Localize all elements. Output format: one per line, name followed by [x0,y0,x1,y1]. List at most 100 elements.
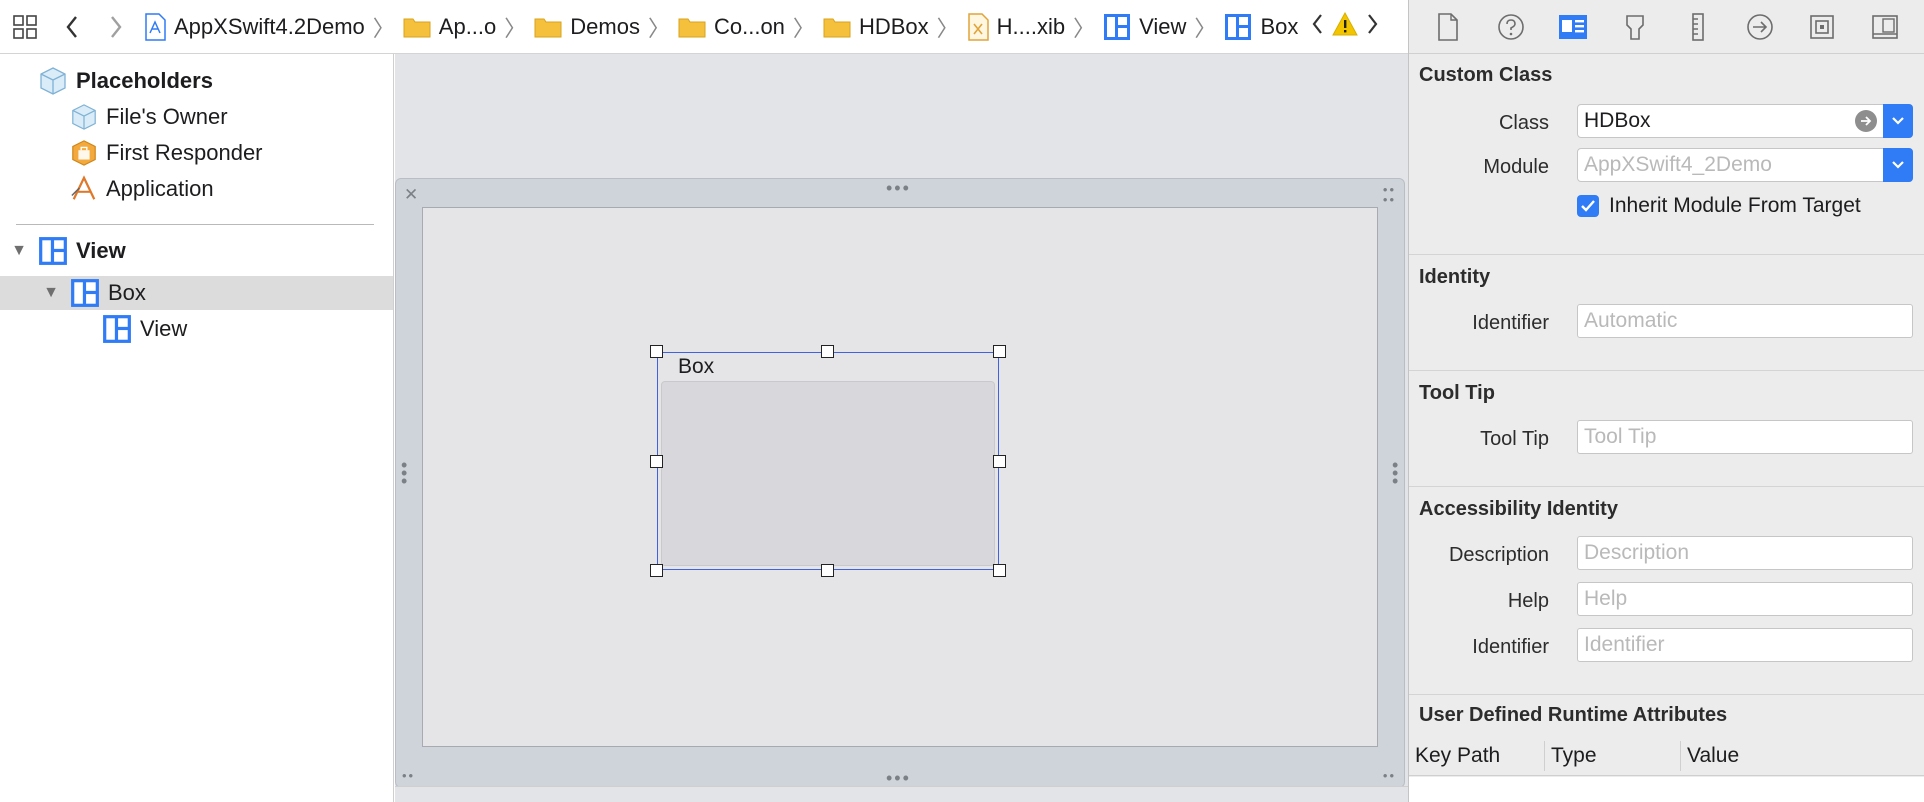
disclosure-triangle-icon[interactable]: ▼ [43,284,59,302]
resize-handle[interactable] [650,345,663,358]
breadcrumb-label: View [1139,13,1187,39]
go-to-class-icon[interactable] [1855,110,1877,132]
tab-file-inspector[interactable] [1430,9,1466,45]
outline-placeholders[interactable]: Placeholders [0,64,393,98]
disclosure-triangle-icon[interactable]: ▼ [11,242,27,260]
outline-child-view[interactable]: View [0,312,393,346]
breadcrumb-separator: 〉 [1073,15,1096,41]
resize-handle[interactable] [821,345,834,358]
tab-bindings-inspector[interactable] [1804,9,1840,45]
help-label: Help [1507,590,1549,612]
view-icon [1224,13,1252,41]
folder-icon [823,16,851,38]
close-scene-icon[interactable]: ✕ [404,185,418,205]
checkmark-icon [1581,200,1595,212]
column-value[interactable]: Value [1681,741,1821,771]
breadcrumb-folder[interactable]: Co...on [672,0,791,54]
outline-label: File's Owner [106,104,228,129]
class-combo-box[interactable]: HDBox [1577,104,1913,138]
outline-files-owner[interactable]: File's Owner [0,100,393,134]
back-button[interactable] [50,0,94,54]
breadcrumb-folder[interactable]: HDBox [817,0,935,54]
breadcrumb-label: Demos [570,13,640,39]
tab-effects-inspector[interactable] [1867,9,1903,45]
column-key-path[interactable]: Key Path [1409,740,1545,771]
breadcrumb-view[interactable]: View [1097,0,1192,54]
folder-icon [534,16,562,38]
column-type[interactable]: Type [1545,740,1681,771]
section-title-identity: Identity [1419,266,1491,288]
class-dropdown-button[interactable] [1883,104,1913,138]
section-title-runtime-attributes: User Defined Runtime Attributes [1419,704,1728,726]
resize-handle-left-icon[interactable]: • • • [401,456,407,490]
breadcrumb-label: HDBox [858,13,929,39]
identity-inspector: Custom Class Class HDBox Module AppXSwif… [1408,0,1924,802]
warning-button[interactable] [1332,11,1359,42]
module-dropdown-button[interactable] [1883,148,1913,182]
attributes-inspector-icon [1626,14,1645,40]
inherit-module-checkbox[interactable] [1577,195,1599,217]
breadcrumb-label: Co...on [713,13,785,39]
selected-box[interactable]: Box [650,345,1006,577]
view-icon [102,314,132,344]
tab-size-inspector[interactable] [1680,9,1716,45]
next-issue-button[interactable] [1366,12,1380,42]
box-title: Box [678,355,715,378]
section-title-tool-tip: Tool Tip [1419,382,1495,404]
view-icon [70,278,100,308]
outline-box[interactable]: ▼ Box [0,276,393,310]
help-field[interactable] [1577,582,1913,616]
tab-connections-inspector[interactable] [1742,9,1778,45]
description-field[interactable] [1577,536,1913,570]
inherit-module-checkbox-row[interactable]: Inherit Module From Target [1577,194,1861,218]
forward-button[interactable] [94,0,138,54]
breadcrumb-box[interactable]: Box [1218,0,1304,54]
outline-first-responder[interactable]: First Responder [0,136,393,170]
runtime-attributes-table-body[interactable] [1409,777,1924,802]
resize-handle[interactable] [650,564,663,577]
breadcrumb-separator: 〉 [1194,15,1217,41]
root-view[interactable]: Box [422,207,1378,747]
class-value: HDBox [1584,109,1651,132]
related-items-button[interactable] [0,0,50,54]
description-label: Description [1448,544,1549,566]
accessibility-identifier-field[interactable] [1577,628,1913,662]
outline-view[interactable]: ▼ View [0,234,393,268]
section-title-accessibility: Accessibility Identity [1419,498,1618,520]
resize-handle-bottom-icon[interactable]: ••• [886,769,911,787]
module-placeholder: AppXSwift4_2Demo [1584,153,1772,176]
view-scene[interactable]: ✕ ••• •• •• • • • • • • •• ••• •• Box [395,178,1405,788]
chevron-down-icon [1892,161,1904,169]
identity-inspector-icon [1558,14,1587,39]
resize-handle-corner-icon[interactable]: •• [402,769,415,782]
tab-attributes-inspector[interactable] [1617,9,1653,45]
jump-bar: AppXSwift4.2Demo 〉 Ap...o 〉 Demos 〉 Co..… [0,0,1408,54]
interface-builder-canvas[interactable]: ✕ ••• •• •• • • • • • • •• ••• •• Box [395,54,1408,802]
resize-handle[interactable] [650,455,663,468]
tab-help-inspector[interactable] [1493,9,1529,45]
resize-handle[interactable] [993,564,1006,577]
identifier-field[interactable] [1577,304,1913,338]
resize-handle[interactable] [993,345,1006,358]
breadcrumb-separator: 〉 [504,15,527,41]
effects-inspector-icon [1872,14,1898,39]
resize-handle-corner-icon[interactable]: •• •• [1383,183,1396,206]
tool-tip-field[interactable] [1577,420,1913,454]
resize-handle-corner-icon[interactable]: •• [1383,769,1396,782]
breadcrumb-xib-file[interactable]: H....xib [961,0,1071,54]
breadcrumb-project[interactable]: AppXSwift4.2Demo [138,0,371,54]
resize-handle-top-icon[interactable]: ••• [886,179,911,197]
resize-handle-right-icon[interactable]: • • • [1392,456,1398,490]
box-content-view[interactable] [661,381,995,566]
section-title-custom-class: Custom Class [1419,64,1553,86]
tab-identity-inspector[interactable] [1555,9,1591,45]
previous-issue-button[interactable] [1310,12,1324,42]
resize-handle[interactable] [821,564,834,577]
warning-icon [1332,11,1359,35]
outline-application[interactable]: Application [0,172,393,206]
breadcrumb-folder[interactable]: Demos [528,0,646,54]
module-label: Module [1483,156,1549,178]
module-combo-box[interactable]: AppXSwift4_2Demo [1577,148,1913,182]
resize-handle[interactable] [993,455,1006,468]
breadcrumb-folder[interactable]: Ap...o [397,0,502,54]
